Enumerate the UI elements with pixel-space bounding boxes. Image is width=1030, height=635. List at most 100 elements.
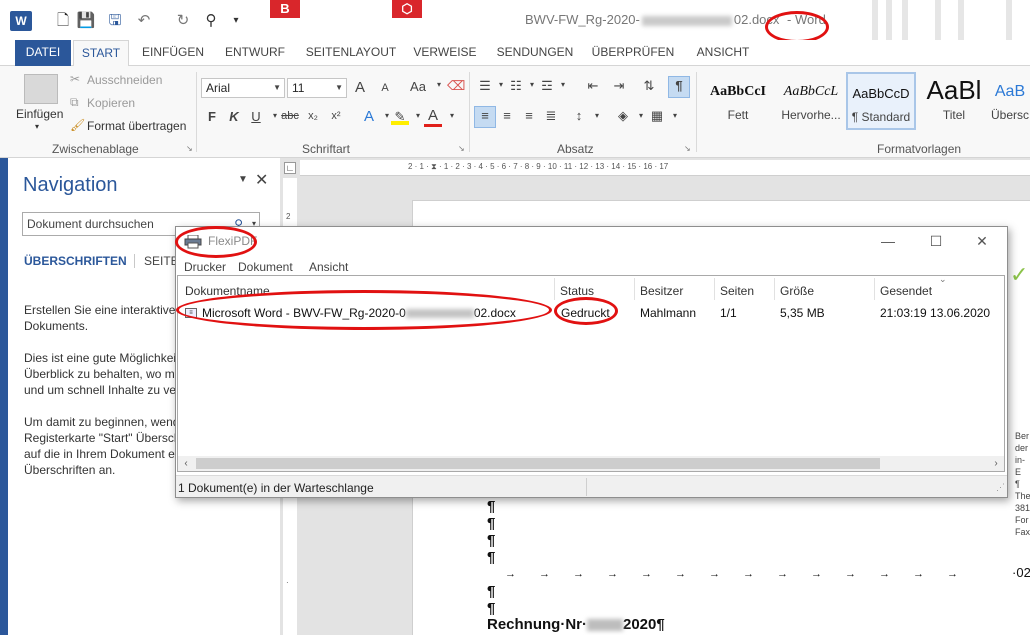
tab-ansicht[interactable]: ANSICHT — [690, 40, 756, 66]
subscript-button[interactable]: x₂ — [304, 110, 322, 122]
highlight-icon[interactable]: ✎ — [391, 109, 409, 125]
menu-drucker[interactable]: Drucker — [184, 260, 226, 274]
bold-button[interactable]: F — [203, 109, 221, 124]
chevron-down-icon[interactable]: ▾ — [588, 111, 606, 120]
menu-dokument[interactable]: Dokument — [238, 260, 293, 274]
horizontal-scrollbar[interactable]: ‹ › — [178, 456, 1004, 471]
security-badge-icon[interactable]: ⬡ — [392, 0, 422, 18]
chevron-down-icon[interactable]: ▾ — [666, 111, 684, 120]
copy-icon[interactable]: ⧉ — [70, 95, 79, 110]
tab-seitenlayout[interactable]: SEITENLAYOUT — [302, 40, 400, 66]
column-header-besitzer[interactable]: Besitzer — [640, 284, 683, 298]
style-fett[interactable]: AaBbCcI Fett — [700, 72, 776, 130]
column-header-seiten[interactable]: Seiten — [720, 284, 754, 298]
style-hervorhebung[interactable]: AaBbCcL Hervorhe... — [773, 72, 849, 130]
customize-qat-icon[interactable]: ▾ — [225, 10, 247, 32]
chevron-down-icon[interactable]: ▾ — [430, 80, 448, 89]
font-size-combo[interactable]: 11 ▼ — [287, 78, 347, 98]
style-preview: AaB — [994, 83, 1026, 100]
sort-chevron-icon[interactable]: ⌄ — [939, 274, 947, 285]
tab-start[interactable]: START — [73, 40, 129, 67]
style-standard[interactable]: AaBbCcD ¶ Standard — [846, 72, 916, 130]
save-as-icon[interactable]: 🖫 — [104, 10, 126, 32]
scroll-left-icon[interactable]: ‹ — [178, 456, 194, 471]
italic-button[interactable]: K — [225, 109, 243, 124]
group-separator — [696, 72, 697, 152]
tab-einfuegen[interactable]: EINFÜGEN — [138, 40, 208, 66]
invoice-prefix: Rechnung·Nr· — [487, 616, 587, 633]
align-left-icon[interactable]: ≡ — [476, 108, 494, 123]
style-name: Übersc — [990, 108, 1029, 122]
chevron-down-icon[interactable]: ▾ — [443, 111, 461, 120]
word-logo-icon[interactable]: W — [10, 11, 32, 31]
save-icon[interactable]: 💾 — [75, 10, 97, 32]
tab-verweise[interactable]: VERWEISE — [412, 40, 478, 66]
style-titel[interactable]: AaBl Titel — [916, 72, 992, 130]
minimize-icon[interactable]: — — [876, 231, 900, 251]
shrink-font-icon[interactable]: A — [376, 82, 394, 94]
copy-button[interactable]: Kopieren — [87, 96, 135, 110]
format-painter-button[interactable]: Format übertragen — [87, 119, 186, 133]
font-launcher-icon[interactable]: ↘ — [458, 144, 465, 153]
paragraph-launcher-icon[interactable]: ↘ — [684, 144, 691, 153]
style-name: ¶ Standard — [851, 110, 911, 124]
app-badge-icon[interactable]: B — [270, 0, 300, 18]
tab-datei[interactable]: DATEI — [15, 40, 71, 66]
redo-icon[interactable]: ↻ — [172, 10, 194, 32]
show-formatting-marks-button[interactable]: ¶ — [670, 78, 688, 93]
close-icon[interactable]: ✕ — [255, 170, 268, 190]
cut-icon[interactable]: ✂ — [70, 72, 80, 86]
strikethrough-button[interactable]: abc — [281, 110, 299, 122]
grow-font-icon[interactable]: A — [351, 79, 369, 96]
paste-dropdown-icon[interactable]: ▾ — [35, 122, 39, 131]
pane-options-icon[interactable]: ▼ — [238, 174, 248, 185]
scrollbar-thumb[interactable] — [196, 458, 880, 469]
close-icon[interactable]: ✕ — [970, 231, 994, 251]
find-binoculars-icon[interactable]: ⚲ — [200, 10, 222, 32]
paste-button[interactable]: Einfügen — [16, 107, 63, 121]
sort-icon[interactable]: ⇅ — [640, 78, 658, 94]
format-painter-icon[interactable]: 🖌 — [70, 118, 85, 132]
font-name-combo[interactable]: Arial ▼ — [201, 78, 285, 98]
clipboard-launcher-icon[interactable]: ↘ — [186, 144, 193, 153]
justify-icon[interactable]: ≣ — [542, 108, 560, 124]
underline-button[interactable]: U — [247, 109, 265, 124]
paragraph-mark: ¶ — [487, 515, 496, 532]
horizontal-ruler[interactable]: 2 · 1 · ⧗ · 1 · 2 · 3 · 4 · 5 · 6 · 7 · … — [300, 160, 1030, 176]
text-effects-icon[interactable]: A — [360, 108, 378, 125]
column-header-gesendet[interactable]: Gesendet — [880, 284, 932, 298]
style-preview: AaBbCcI — [709, 84, 766, 99]
menu-ansicht[interactable]: Ansicht — [309, 260, 348, 274]
maximize-icon[interactable]: ☐ — [924, 231, 948, 251]
new-document-icon[interactable]: 🗋 — [52, 10, 74, 32]
superscript-button[interactable]: x² — [327, 110, 345, 122]
borders-icon[interactable]: ▦ — [648, 108, 666, 124]
tab-ueberpruefen[interactable]: ÜBERPRÜFEN — [590, 40, 676, 66]
scroll-right-icon[interactable]: › — [988, 456, 1004, 471]
clear-formatting-icon[interactable]: ⌫ — [447, 78, 465, 94]
column-header-dokumentname[interactable]: Dokumentname — [185, 284, 270, 298]
cut-button[interactable]: Ausschneiden — [87, 73, 162, 87]
font-color-icon[interactable]: A — [424, 107, 442, 127]
tab-selector-icon[interactable]: ∟ — [284, 162, 296, 174]
nav-tab-headings[interactable]: ÜBERSCHRIFTEN — [24, 254, 127, 268]
tab-entwurf[interactable]: ENTWURF — [222, 40, 288, 66]
page-side-text: Ber der in-E ¶ The 381 For Fax — [1015, 431, 1030, 537]
increase-indent-icon[interactable]: ⇥ — [610, 78, 628, 94]
change-case-icon[interactable]: Aa — [406, 79, 430, 94]
resize-grip-icon[interactable]: ⋰ — [996, 482, 1005, 493]
window-title-prefix: BWV-FW_Rg-2020- — [525, 12, 640, 27]
shading-icon[interactable]: ◈ — [614, 108, 632, 124]
chevron-down-icon[interactable]: ▾ — [554, 80, 572, 89]
line-spacing-icon[interactable]: ↕ — [570, 108, 588, 123]
style-ueberschrift[interactable]: AaB Übersc — [990, 72, 1030, 130]
tab-sendungen[interactable]: SENDUNGEN — [492, 40, 578, 66]
decrease-indent-icon[interactable]: ⇤ — [584, 78, 602, 94]
undo-icon[interactable]: ↶ — [133, 10, 155, 32]
column-header-status[interactable]: Status — [560, 284, 594, 298]
invoice-suffix: 2020¶ — [623, 616, 665, 633]
align-right-icon[interactable]: ≡ — [520, 108, 538, 123]
paste-clipboard-icon[interactable] — [24, 74, 58, 104]
align-center-icon[interactable]: ≡ — [498, 108, 516, 123]
column-header-groesse[interactable]: Größe — [780, 284, 814, 298]
